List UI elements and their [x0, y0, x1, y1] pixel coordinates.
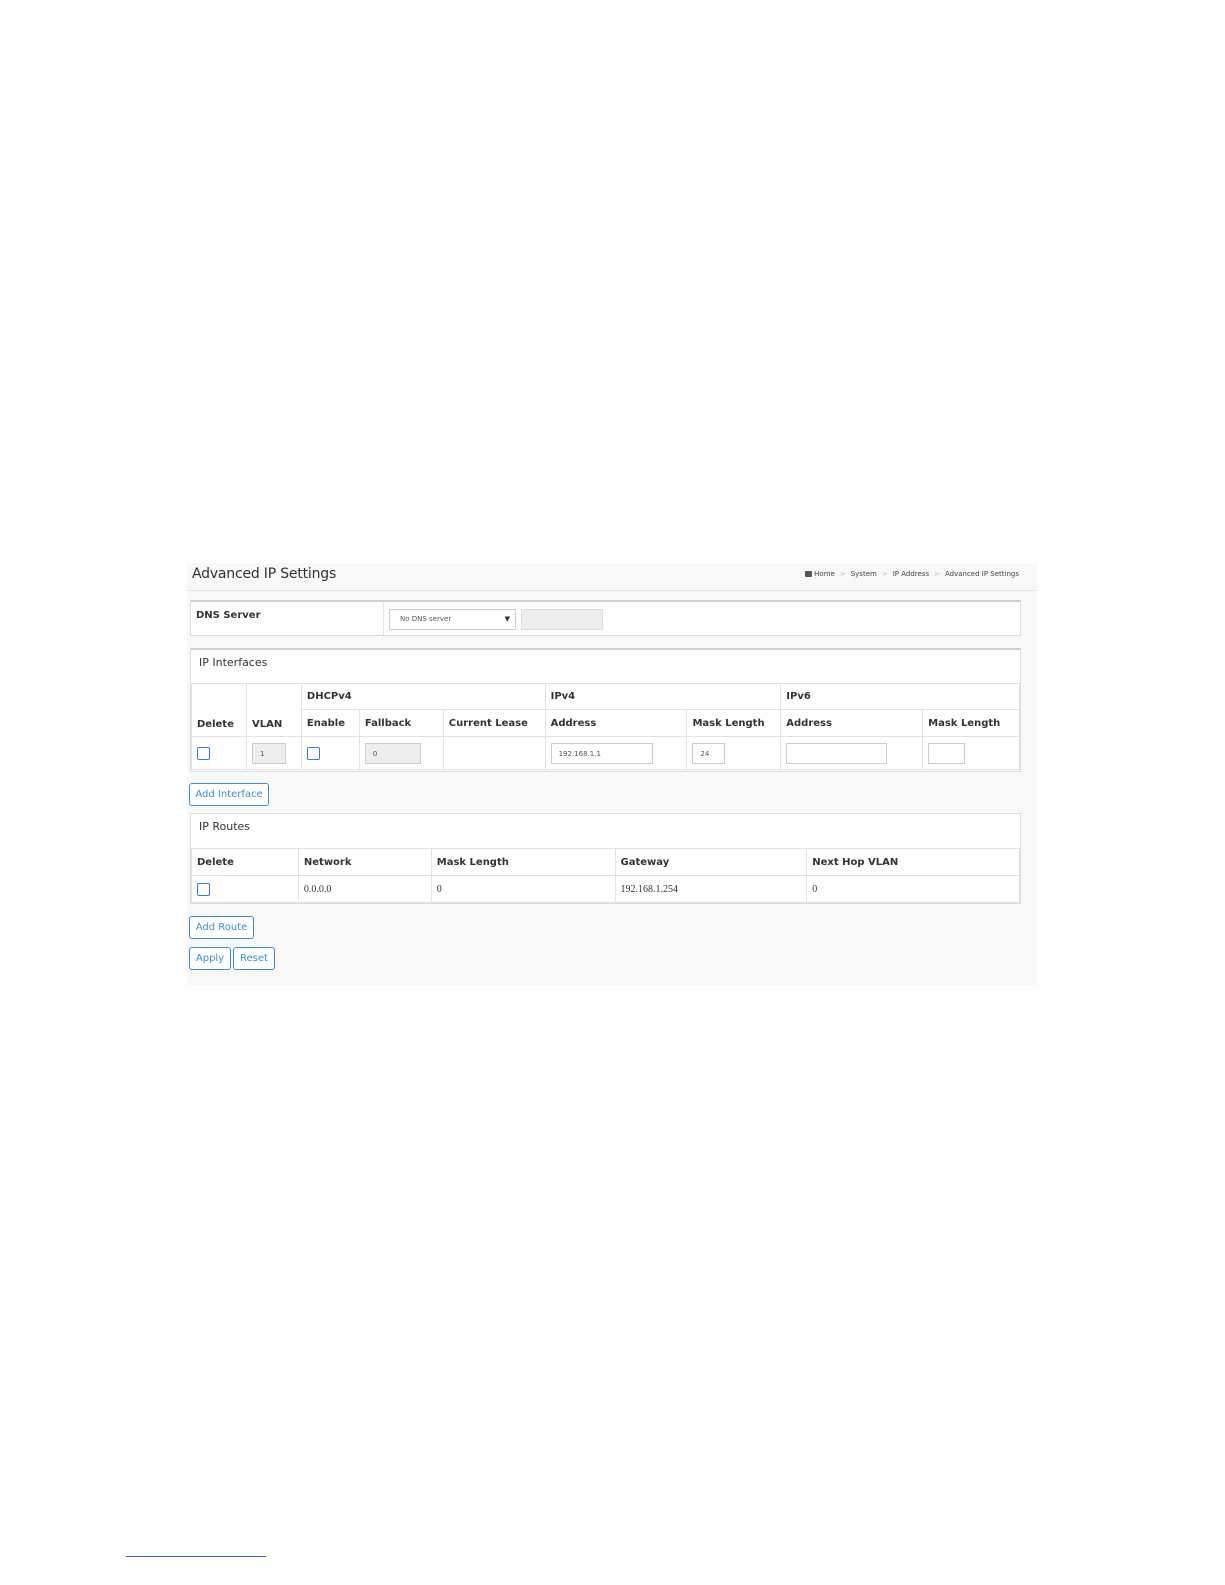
column-header-next-hop-vlan: Next Hop VLAN — [806, 848, 1020, 876]
table-row: 0.0.0.0 0 192.168.1.254 0 — [191, 875, 1020, 903]
gateway-cell: 192.168.1.254 — [614, 875, 808, 903]
ipv6-address-cell — [780, 736, 924, 770]
column-header-ipv4-address: Address — [544, 709, 688, 737]
column-header-ipv6-address: Address — [780, 709, 924, 737]
chevron-down-icon: ▼ — [504, 615, 510, 623]
table-header-row: Enable Fallback Current Lease Address Ma… — [192, 709, 1020, 737]
column-header-vlan: VLAN — [245, 683, 302, 737]
breadcrumb-ip-address[interactable]: IP Address — [893, 570, 929, 578]
table-row: 1 0 192.168.1.1 24 — [191, 736, 1020, 770]
enable-cell — [300, 736, 360, 770]
next-hop-vlan-cell: 0 — [806, 875, 1020, 903]
divider — [383, 602, 384, 635]
breadcrumb-current: Advanced IP Settings — [944, 570, 1019, 578]
vlan-input[interactable]: 1 — [251, 742, 286, 764]
column-header-enable: Enable — [300, 709, 360, 737]
apply-button[interactable]: Apply — [189, 947, 231, 970]
ip-routes-table: Delete Network Mask Length Gateway Next … — [191, 848, 1020, 903]
breadcrumb: Home > System > IP Address > Advanced IP… — [805, 570, 1019, 578]
add-interface-button[interactable]: Add Interface — [189, 783, 269, 806]
breadcrumb-system[interactable]: System — [851, 570, 877, 578]
delete-cell — [191, 736, 247, 770]
dns-server-panel: DNS Server No DNS server ▼ — [190, 600, 1021, 636]
reset-button[interactable]: Reset — [233, 947, 275, 970]
ipv4-address-input[interactable]: 192.168.1.1 — [550, 742, 653, 764]
column-header-mask-length: Mask Length — [430, 848, 616, 876]
delete-checkbox[interactable] — [197, 746, 210, 760]
ipv4-mask-cell: 24 — [686, 736, 782, 770]
add-route-button[interactable]: Add Route — [189, 916, 254, 939]
fallback-input[interactable]: 0 — [364, 742, 421, 764]
column-header-gateway: Gateway — [614, 848, 808, 876]
column-header-network: Network — [297, 848, 432, 876]
dhcp-enable-checkbox[interactable] — [306, 746, 320, 760]
page-title: Advanced IP Settings — [192, 566, 337, 582]
home-icon — [805, 571, 813, 577]
ip-interfaces-table: Delete VLAN DHCPv4 IPv4 IPv6 Enable Fall… — [191, 683, 1020, 770]
column-header-delete: Delete — [191, 683, 247, 737]
footnote-rule — [126, 1556, 266, 1557]
column-header-fallback: Fallback — [358, 709, 444, 737]
column-header-ipv4-mask-length: Mask Length — [686, 709, 782, 737]
breadcrumb-home-label: Home — [814, 570, 835, 578]
dns-server-select[interactable]: No DNS server ▼ — [389, 609, 516, 630]
vlan-cell: 1 — [245, 736, 302, 770]
breadcrumb-separator: > — [881, 570, 888, 578]
ipv6-mask-length-input[interactable] — [928, 742, 966, 764]
breadcrumb-separator: > — [934, 570, 940, 578]
advanced-ip-settings-page: Advanced IP Settings Home > System > IP … — [187, 563, 1037, 985]
ipv4-mask-length-input[interactable]: 24 — [692, 742, 726, 764]
dns-server-select-value: No DNS server — [400, 615, 452, 623]
ipv4-address-cell: 192.168.1.1 — [544, 736, 688, 770]
table-group-header-row: Delete VLAN DHCPv4 IPv4 IPv6 — [191, 683, 1020, 737]
current-lease-cell — [442, 736, 546, 770]
column-header-ipv6-mask-length: Mask Length — [922, 709, 1020, 737]
ipv6-mask-cell — [922, 736, 1020, 770]
fallback-cell: 0 — [358, 736, 444, 770]
network-cell: 0.0.0.0 — [297, 875, 432, 903]
delete-checkbox[interactable] — [197, 882, 210, 896]
breadcrumb-separator: > — [839, 570, 846, 578]
dns-server-label: DNS Server — [196, 610, 261, 621]
breadcrumb-home[interactable]: Home — [805, 570, 835, 578]
ip-routes-title: IP Routes — [199, 820, 251, 833]
ip-interfaces-title: IP Interfaces — [199, 656, 268, 669]
delete-cell — [191, 875, 299, 903]
page-header: Advanced IP Settings Home > System > IP … — [187, 563, 1037, 591]
column-header-delete: Delete — [191, 848, 299, 876]
ipv6-address-input[interactable] — [786, 742, 888, 764]
group-header-ipv4: IPv4 — [544, 683, 782, 710]
column-header-current-lease: Current Lease — [442, 709, 546, 737]
table-header-row: Delete Network Mask Length Gateway Next … — [191, 848, 1020, 876]
mask-length-cell: 0 — [430, 875, 616, 903]
dns-server-address-field — [521, 609, 603, 630]
group-header-dhcpv4: DHCPv4 — [300, 683, 546, 710]
group-header-ipv6: IPv6 — [780, 683, 1020, 710]
ip-routes-panel: IP Routes Delete Network Mask Length Gat… — [190, 813, 1021, 904]
ip-interfaces-panel: IP Interfaces Delete VLAN DHCPv4 IPv4 IP… — [190, 648, 1021, 772]
